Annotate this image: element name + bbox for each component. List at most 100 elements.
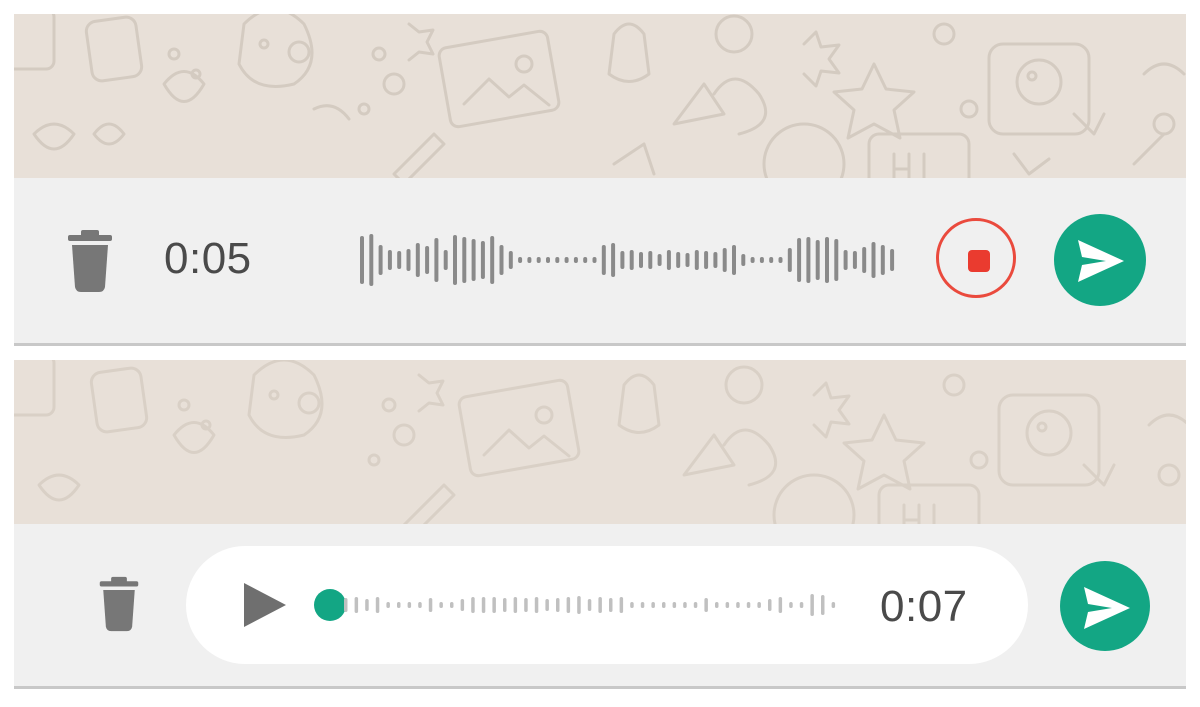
playback-seek-handle[interactable] (314, 589, 346, 621)
waveform-bar (601, 245, 606, 275)
waveform-bar (503, 598, 507, 612)
waveform-bar (806, 237, 811, 283)
delete-recording-button[interactable] (66, 229, 114, 293)
waveform-bar (693, 602, 698, 608)
voice-preview-player: 0:07 (186, 546, 1028, 664)
waveform-bar (577, 596, 581, 614)
waveform-bar (722, 248, 727, 272)
waveform-bar (694, 250, 699, 270)
waveform-bar (797, 238, 802, 282)
waveform-bar (648, 251, 653, 269)
waveform-bar (443, 250, 448, 270)
waveform-bar (462, 237, 467, 283)
waveform-bar (672, 602, 677, 608)
recording-duration: 0:07 (880, 582, 968, 631)
trash-icon (99, 576, 139, 632)
waveform-bar (365, 599, 369, 611)
waveform-bar (629, 250, 634, 270)
waveform-bar (387, 250, 392, 270)
waveform-bar (778, 597, 783, 613)
waveform-bar (741, 254, 746, 266)
waveform-bar (418, 602, 422, 608)
doodle-pattern (14, 14, 1186, 178)
recording-composer-bar: 0:05 (14, 178, 1186, 346)
waveform-bar (799, 602, 804, 608)
waveform-bar (657, 254, 662, 266)
waveform-bar (415, 243, 420, 277)
waveform-bar (725, 602, 730, 608)
waveform-bar (750, 257, 755, 263)
stop-recording-button[interactable] (936, 218, 1016, 298)
waveform-bar (481, 597, 486, 613)
waveform-bar (789, 602, 793, 608)
waveform-bar (407, 602, 412, 608)
waveform-bar (592, 257, 597, 263)
waveform-bar (746, 602, 751, 608)
waveform-bar (450, 602, 454, 608)
waveform-bar (583, 257, 588, 263)
waveform-bar (768, 599, 772, 611)
send-button[interactable] (1060, 561, 1150, 651)
send-button[interactable] (1054, 214, 1146, 306)
waveform-bar (769, 257, 774, 263)
waveform-bar (871, 242, 876, 278)
waveform-bar (759, 257, 764, 263)
recording-timer: 0:05 (164, 234, 252, 283)
waveform-bar (386, 602, 390, 608)
play-button[interactable] (240, 580, 290, 630)
waveform-bar (425, 246, 430, 274)
doodle-pattern (14, 360, 1186, 524)
waveform-bar (736, 602, 740, 608)
waveform-bar (536, 257, 541, 263)
waveform-bar (639, 252, 643, 268)
waveform-bar (397, 251, 402, 269)
waveform-bar (556, 598, 560, 612)
waveform-bar (434, 238, 439, 282)
waveform-bar (545, 599, 549, 611)
waveform-bar (499, 245, 504, 275)
recorded-waveform[interactable] (344, 585, 840, 625)
waveform-bar (640, 602, 645, 608)
chat-wallpaper (14, 14, 1186, 178)
waveform-bar (704, 598, 708, 612)
waveform-bar (676, 252, 681, 268)
waveform-bar (862, 247, 867, 273)
waveform-bar (524, 598, 528, 612)
waveform-bar (513, 597, 518, 613)
waveform-bar (492, 597, 496, 613)
waveform-bar (825, 237, 829, 283)
waveform-bar (715, 602, 719, 608)
waveform-bar (354, 597, 359, 613)
waveform-bar (534, 597, 539, 613)
waveform-bar (683, 602, 687, 608)
chat-wallpaper (14, 360, 1186, 524)
waveform-bar (662, 602, 666, 608)
waveform-bar (787, 248, 792, 272)
waveform-bar (852, 251, 857, 269)
waveform-bar (397, 602, 401, 608)
waveform-bar (651, 602, 655, 608)
waveform-bar (732, 245, 736, 275)
waveform-bar (834, 239, 839, 281)
waveform-bar (480, 241, 485, 279)
waveform-bar (508, 251, 513, 269)
waveform-bar (518, 257, 523, 263)
waveform-bar (369, 234, 374, 286)
waveform-bar (843, 250, 848, 270)
waveform-bar (598, 597, 602, 613)
waveform-bar (439, 602, 443, 608)
waveform-bar (471, 239, 476, 281)
waveform-bar (546, 257, 550, 263)
waveform-bar (564, 257, 569, 263)
waveform-bar (831, 602, 836, 608)
waveform-bar (704, 251, 709, 269)
waveform-bar (587, 599, 592, 611)
waveform-bar (471, 597, 475, 613)
waveform-bar (620, 251, 625, 269)
delete-recording-button[interactable] (98, 575, 140, 633)
review-panel: 0:07 (14, 360, 1186, 692)
waveform-bar (821, 595, 825, 615)
waveform-bar (406, 249, 411, 271)
waveform-bar (378, 245, 383, 275)
waveform-bar (778, 257, 783, 263)
